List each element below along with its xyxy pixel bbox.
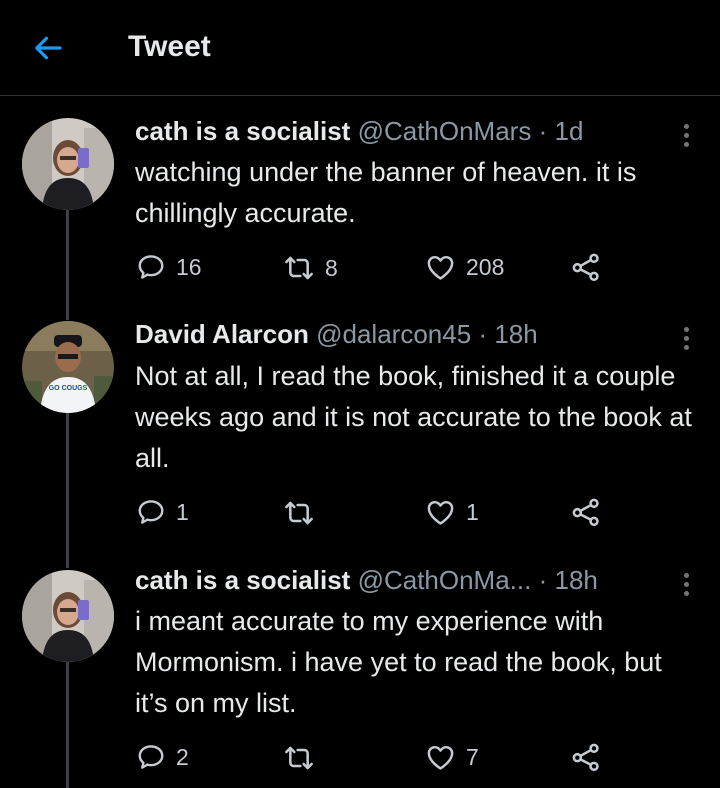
timestamp[interactable]: 18h xyxy=(494,319,537,349)
like-icon xyxy=(425,252,456,283)
arrow-left-icon[interactable] xyxy=(30,30,66,66)
like-button[interactable]: 7 xyxy=(425,742,479,773)
reply-icon xyxy=(136,497,166,527)
user-handle[interactable]: @CathOnMars xyxy=(358,116,532,146)
shirt-text: GO COUGS xyxy=(49,385,88,392)
like-count: 7 xyxy=(466,744,479,770)
reply-button[interactable]: 2 xyxy=(136,742,189,772)
share-icon xyxy=(570,251,602,283)
avatar[interactable]: GO COUGS xyxy=(22,321,114,413)
more-icon[interactable] xyxy=(672,569,700,603)
reply-icon xyxy=(136,252,166,282)
user-handle[interactable]: @dalarcon45 xyxy=(316,319,471,349)
top-bar: Tweet xyxy=(0,0,720,96)
retweet-button[interactable] xyxy=(283,497,325,529)
share-icon xyxy=(570,741,602,773)
retweet-button[interactable] xyxy=(283,742,325,774)
like-button[interactable]: 1 xyxy=(425,497,479,528)
reply-icon xyxy=(136,742,166,772)
reply-button[interactable]: 1 xyxy=(136,497,189,527)
separator-dot: · xyxy=(538,116,548,146)
timestamp[interactable]: 1d xyxy=(554,116,583,146)
avatar[interactable] xyxy=(22,118,114,210)
reply-count: 2 xyxy=(176,743,189,770)
reply-count: 1 xyxy=(176,498,189,525)
reply-count: 16 xyxy=(176,253,202,280)
thread-connector-line xyxy=(66,413,69,568)
like-count: 208 xyxy=(466,254,505,280)
tweet-text: Not at all, I read the book, finished it… xyxy=(135,361,692,473)
display-name[interactable]: cath is a socialist xyxy=(135,116,350,146)
share-button[interactable] xyxy=(570,251,602,283)
more-icon[interactable] xyxy=(672,120,700,154)
thread-connector-line xyxy=(66,210,69,320)
like-button[interactable]: 208 xyxy=(425,252,504,283)
separator-dot: · xyxy=(538,565,548,595)
display-name[interactable]: cath is a socialist xyxy=(135,565,350,595)
tweet-header: David Alarcon @dalarcon45 · 18h xyxy=(135,319,538,350)
tweet-text: i meant accurate to my experience with M… xyxy=(135,606,662,718)
retweet-icon xyxy=(283,252,315,284)
tweet-text: watching under the banner of heaven. it … xyxy=(135,157,637,228)
retweet-icon xyxy=(283,742,315,774)
user-handle[interactable]: @CathOnMa... xyxy=(358,565,532,595)
share-icon xyxy=(570,496,602,528)
more-icon[interactable] xyxy=(672,323,700,357)
tweet-header: cath is a socialist @CathOnMars · 1d xyxy=(135,116,583,147)
tweet-header: cath is a socialist @CathOnMa... · 18h xyxy=(135,565,598,596)
retweet-icon xyxy=(283,497,315,529)
avatar[interactable] xyxy=(22,570,114,662)
display-name[interactable]: David Alarcon xyxy=(135,319,309,349)
like-icon xyxy=(425,497,456,528)
separator-dot: · xyxy=(478,319,488,349)
retweet-count: 8 xyxy=(325,254,338,281)
retweet-button[interactable]: 8 xyxy=(283,252,338,284)
share-button[interactable] xyxy=(570,496,602,528)
like-count: 1 xyxy=(466,499,479,525)
share-button[interactable] xyxy=(570,741,602,773)
reply-button[interactable]: 16 xyxy=(136,252,202,282)
thread-connector-line xyxy=(66,662,69,788)
timestamp[interactable]: 18h xyxy=(555,565,598,595)
page-title: Tweet xyxy=(128,30,211,63)
like-icon xyxy=(425,742,456,773)
